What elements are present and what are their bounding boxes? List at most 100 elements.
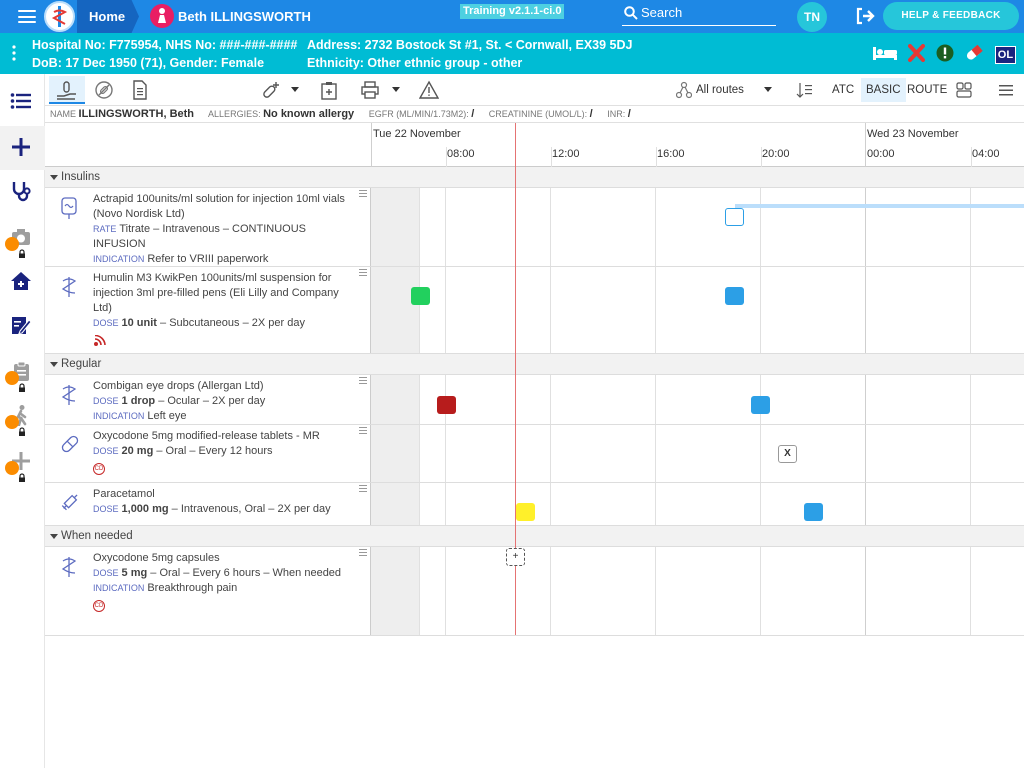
tick-line — [656, 147, 657, 167]
dose-given[interactable] — [411, 287, 430, 305]
med-details[interactable]: Combigan eye drops (Allergan Ltd) DOSE 1 … — [45, 375, 371, 424]
search-input[interactable]: Search — [622, 4, 776, 26]
bed-icon[interactable] — [872, 45, 898, 64]
nav-add[interactable] — [0, 126, 45, 170]
med-row-actrapid[interactable]: Actrapid 100units/ml solution for inject… — [45, 188, 1024, 267]
chart-toolbar: All routes ATC BASIC ROUTE — [45, 74, 1024, 106]
nav-notes[interactable] — [0, 304, 45, 348]
section-when-needed[interactable]: When needed — [45, 526, 1024, 547]
dose-scheduled[interactable] — [725, 287, 744, 305]
routes-select[interactable]: All routes — [696, 74, 744, 106]
med-details[interactable]: Humulin M3 KwikPen 100units/ml suspensio… — [45, 267, 371, 353]
administer-button[interactable] — [49, 76, 85, 104]
add-medication-dropdown[interactable] — [291, 87, 299, 92]
date-of-birth: DoB: 17 Dec 1950 (71), Gender: Female — [32, 56, 265, 70]
med-name: Combigan eye drops (Allergan Ltd) — [93, 380, 264, 392]
ol-badge[interactable]: OL — [994, 45, 1016, 64]
nav-camera-locked[interactable] — [0, 216, 45, 260]
med-name: Paracetamol — [93, 488, 155, 500]
menu-icon[interactable] — [18, 10, 36, 23]
add-medication-icon[interactable] — [260, 80, 282, 100]
clipboard-add-icon[interactable] — [320, 80, 338, 100]
section-title: When needed — [61, 530, 133, 542]
med-details[interactable]: Paracetamol DOSE 1,000 mg – Intravenous, … — [45, 483, 371, 525]
med-row-oxycodone-prn[interactable]: Oxycodone 5mg capsules DOSE 5 mg – Oral –… — [45, 547, 1024, 636]
sort-icon[interactable] — [796, 80, 814, 100]
home-tab[interactable]: Home — [77, 0, 139, 33]
row-menu-icon[interactable] — [359, 427, 367, 436]
tick-label: 04:00 — [972, 148, 1000, 160]
dose-scheduled[interactable] — [804, 503, 823, 521]
row-menu-icon[interactable] — [359, 269, 367, 278]
nav-mobility-locked[interactable] — [0, 394, 45, 438]
nav-list[interactable] — [0, 80, 45, 124]
help-feedback-button[interactable]: HELP & FEEDBACK — [883, 2, 1019, 30]
med-indication: Refer to VRIII paperwork — [147, 253, 269, 265]
row-menu-icon[interactable] — [359, 485, 367, 494]
name-value: ILLINGSWORTH, Beth — [78, 108, 195, 120]
routes-dropdown[interactable] — [764, 87, 772, 92]
stethoscope-icon — [12, 182, 31, 202]
inr-label: INR: — [607, 109, 626, 119]
nav-clipboard-locked[interactable] — [0, 350, 45, 394]
med-details[interactable]: Actrapid 100units/ml solution for inject… — [45, 188, 371, 266]
layout-icon[interactable] — [955, 80, 973, 100]
section-title: Regular — [61, 358, 102, 370]
allergies-value[interactable]: No known allergy — [263, 108, 354, 120]
infusion-bar[interactable] — [735, 204, 1024, 208]
add-prn-dose[interactable]: + — [506, 548, 525, 566]
search-icon — [624, 6, 638, 25]
row-menu-icon[interactable] — [359, 190, 367, 199]
document-icon[interactable] — [131, 80, 149, 100]
banner-icons: OL — [872, 43, 1023, 66]
top-bar: Home Beth ILLINGSWORTH Training v2.1.1-c… — [0, 0, 1024, 33]
dose-scheduled[interactable] — [751, 396, 770, 414]
row-menu-icon[interactable] — [359, 377, 367, 386]
tick-line — [971, 147, 972, 167]
banner-menu-icon[interactable] — [12, 45, 16, 64]
user-avatar[interactable]: TN — [797, 2, 827, 32]
collapse-icon[interactable] — [50, 534, 58, 539]
day-divider — [865, 123, 866, 167]
collapse-icon[interactable] — [50, 175, 58, 180]
section-regular[interactable]: Regular — [45, 354, 1024, 375]
hamburger-menu-icon[interactable] — [998, 80, 1014, 100]
med-row-humulin[interactable]: Humulin M3 KwikPen 100units/ml suspensio… — [45, 267, 1024, 354]
syringe-icon — [61, 494, 78, 511]
print-dropdown[interactable] — [392, 87, 400, 92]
creatinine-value: / — [589, 108, 593, 120]
dose-cancelled[interactable]: X — [778, 445, 797, 463]
alert-icon[interactable] — [936, 44, 954, 65]
row-menu-icon[interactable] — [359, 549, 367, 558]
dose-missed[interactable] — [437, 396, 456, 414]
nav-add-locked[interactable] — [0, 440, 45, 484]
logout-icon[interactable] — [856, 7, 876, 30]
atc-view-button[interactable]: ATC — [832, 74, 854, 106]
patient-banner: Hospital No: F775954, NHS No: ###-###-##… — [0, 33, 1024, 74]
med-dose: 20 mg — [121, 445, 154, 457]
basic-view-button[interactable]: BASIC — [861, 78, 906, 102]
print-icon[interactable] — [360, 80, 380, 100]
med-details[interactable]: Oxycodone 5mg capsules DOSE 5 mg – Oral –… — [45, 547, 371, 635]
tick-label: 12:00 — [552, 148, 580, 160]
edit-document-icon — [12, 317, 32, 335]
dose-due[interactable] — [516, 503, 535, 521]
route-view-button[interactable]: ROUTE — [907, 74, 947, 106]
no-resuscitation-icon[interactable] — [908, 44, 926, 65]
timeline-header: Tue 22 November Wed 23 November 08:00 12… — [45, 123, 1024, 167]
collapse-icon[interactable] — [50, 362, 58, 367]
nav-clinical[interactable] — [0, 170, 45, 214]
med-row-oxycodone-mr[interactable]: Oxycodone 5mg modified-release tablets -… — [45, 425, 1024, 483]
medication-icon — [61, 385, 77, 405]
medication-pill-icon[interactable] — [964, 43, 984, 66]
med-details[interactable]: Oxycodone 5mg modified-release tablets -… — [45, 425, 371, 482]
med-row-combigan[interactable]: Combigan eye drops (Allergan Ltd) DOSE 1 … — [45, 375, 1024, 425]
section-insulins[interactable]: Insulins — [45, 167, 1024, 188]
nav-home[interactable] — [0, 260, 45, 304]
no-pill-icon[interactable] — [94, 80, 114, 100]
patient-name[interactable]: Beth ILLINGSWORTH — [178, 0, 311, 33]
lock-icon — [5, 461, 25, 482]
warning-icon[interactable] — [419, 80, 439, 100]
left-navigation — [0, 74, 45, 768]
infusion-start-marker[interactable] — [725, 208, 744, 226]
